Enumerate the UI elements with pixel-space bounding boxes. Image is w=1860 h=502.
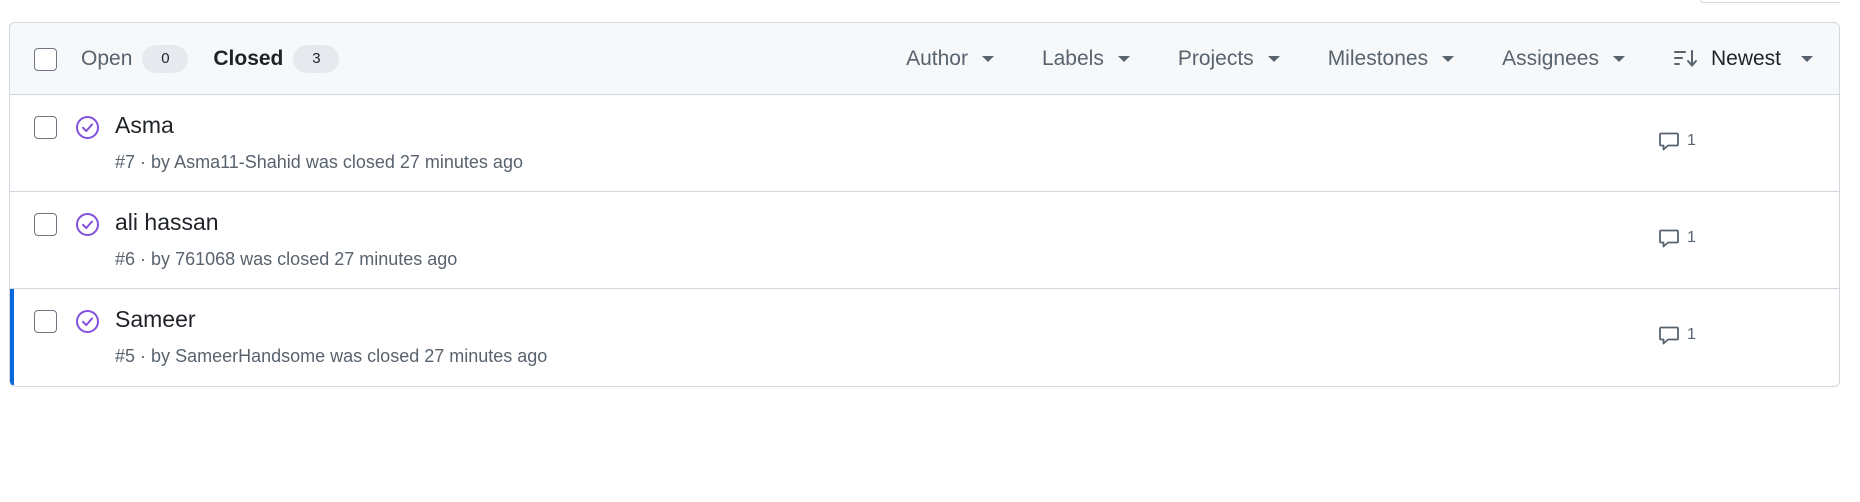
issue-author-link[interactable]: Asma11-Shahid [174,152,301,172]
closed-count-badge: 3 [293,45,340,73]
closed-tab-label: Closed [213,47,284,70]
milestones-filter-label: Milestones [1327,47,1429,70]
issue-number: #5 [115,346,136,366]
issue-checkbox[interactable] [34,310,57,333]
comment-icon [1659,229,1679,248]
issues-list: Open 0 Closed 3 Author Labels Projects M… [9,22,1840,387]
issue-title-link[interactable]: Asma [115,112,174,139]
author-filter-label: Author [906,47,968,70]
projects-filter-label: Projects [1177,47,1254,70]
assignees-filter-label: Assignees [1502,47,1599,70]
triangle-down-icon [1442,56,1455,62]
issue-by-text: · by [140,152,171,172]
open-issues-tab[interactable]: Open 0 [81,45,189,73]
issue-status-text: was closed 27 minutes ago [330,346,548,366]
issue-status-text: was closed 27 minutes ago [305,152,523,172]
triangle-down-icon [1612,56,1625,62]
labels-filter-label: Labels [1041,47,1104,70]
issue-author-link[interactable]: SameerHandsome [175,346,325,366]
state-tabs: Open 0 Closed 3 [81,23,340,95]
issue-row: ali hassan #6 · by 761068 was closed 27 … [10,192,1839,289]
comment-count: 1 [1687,132,1696,149]
comment-count-link[interactable]: 1 [1658,130,1696,152]
issue-row: Sameer #5 · by SameerHandsome was closed… [10,289,1839,385]
select-all-checkbox[interactable] [34,48,57,71]
comment-icon [1659,326,1679,345]
issue-by-text: · by [140,346,171,366]
check-circle-icon [75,115,100,140]
open-count-badge: 0 [142,45,189,73]
sort-dropdown[interactable]: Newest [1673,47,1813,71]
issue-title-link[interactable]: ali hassan [115,209,219,236]
assignees-filter[interactable]: Assignees [1502,47,1625,71]
issue-by-text: · by [140,249,171,269]
issue-title-link[interactable]: Sameer [115,306,196,333]
issue-meta: #6 · by 761068 was closed 27 minutes ago [115,249,457,270]
triangle-down-icon [1801,56,1813,62]
top-border-fragment [1700,0,1840,3]
filter-bar: Author Labels Projects Milestones Assign… [906,23,1839,95]
open-tab-label: Open [81,47,133,70]
issue-checkbox[interactable] [34,116,57,139]
triangle-down-icon [1117,56,1130,62]
issue-number: #6 [115,249,136,269]
closed-issues-tab[interactable]: Closed 3 [213,45,340,73]
issue-checkbox[interactable] [34,213,57,236]
issue-meta: #7 · by Asma11-Shahid was closed 27 minu… [115,152,523,173]
issue-status-text: was closed 27 minutes ago [240,249,458,269]
comment-count-link[interactable]: 1 [1658,324,1696,346]
author-filter[interactable]: Author [906,47,994,71]
comment-count: 1 [1687,229,1696,246]
comment-icon [1659,132,1679,151]
sort-label: Newest [1710,47,1781,70]
projects-filter[interactable]: Projects [1178,47,1280,71]
triangle-down-icon [1267,56,1280,62]
sort-desc-icon [1673,49,1699,69]
issue-meta: #5 · by SameerHandsome was closed 27 min… [115,346,547,367]
triangle-down-icon [981,56,994,62]
check-circle-icon [75,309,100,334]
issue-author-link[interactable]: 761068 [175,249,235,269]
comment-count: 1 [1687,326,1696,343]
issue-number: #7 [115,152,136,172]
labels-filter[interactable]: Labels [1042,47,1130,71]
comment-count-link[interactable]: 1 [1658,227,1696,249]
issue-row: Asma #7 · by Asma11-Shahid was closed 27… [10,95,1839,192]
check-circle-icon [75,212,100,237]
milestones-filter[interactable]: Milestones [1327,47,1455,71]
issues-list-header: Open 0 Closed 3 Author Labels Projects M… [10,23,1839,95]
